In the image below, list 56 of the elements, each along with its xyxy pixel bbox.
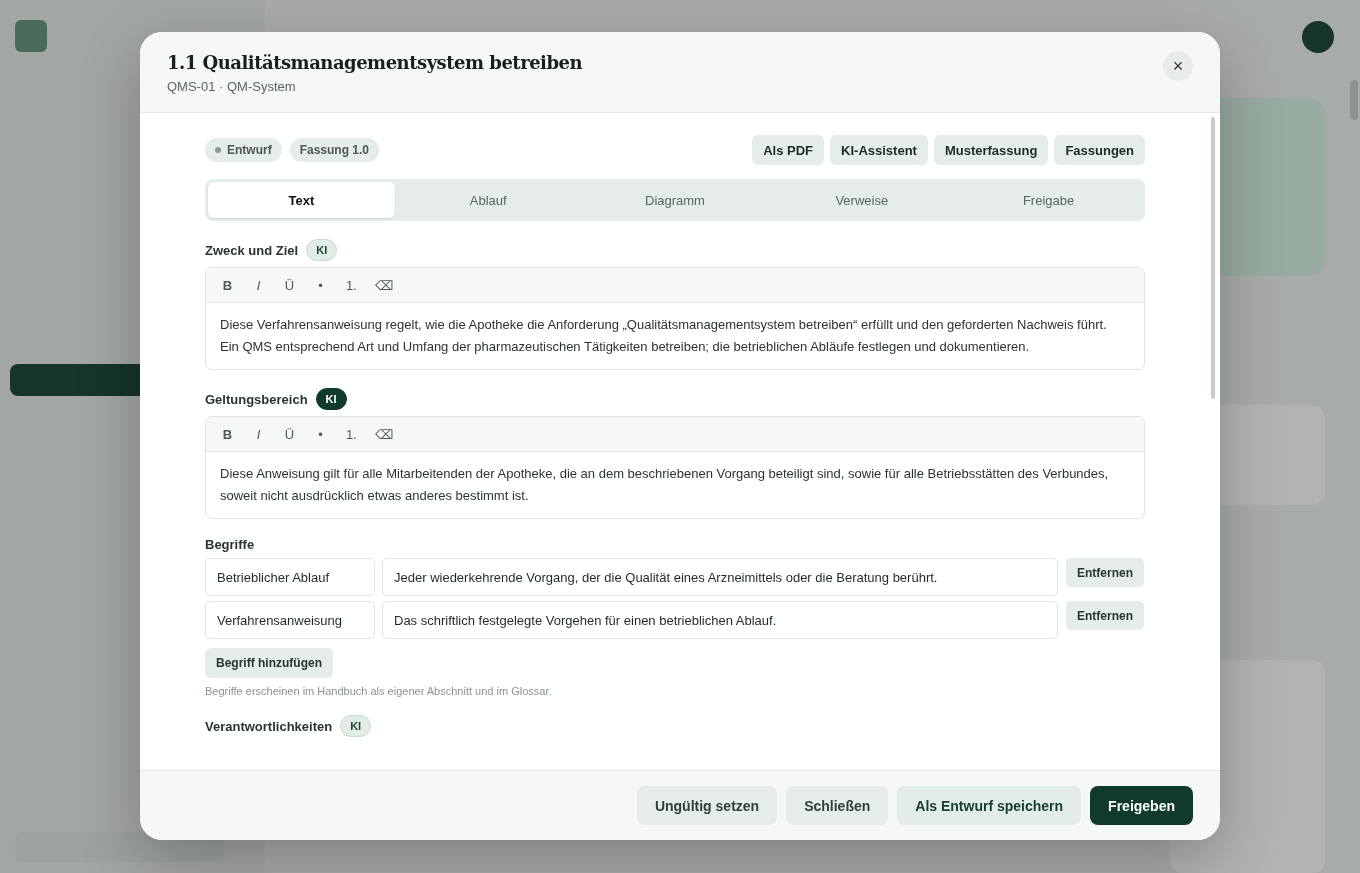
section-label: Geltungsbereich: [205, 391, 308, 407]
tab[interactable]: Verweise: [768, 182, 956, 218]
format-button[interactable]: B: [214, 276, 241, 294]
scrollbar[interactable]: [1211, 117, 1215, 399]
ki-badge[interactable]: KI: [340, 715, 372, 737]
tab[interactable]: Freigabe: [955, 182, 1142, 218]
close-button[interactable]: ×: [1163, 51, 1193, 81]
remove-button[interactable]: Entfernen: [1066, 601, 1144, 630]
format-button[interactable]: ⌫: [369, 425, 396, 443]
format-button[interactable]: I: [245, 425, 272, 443]
format-button[interactable]: 1.: [338, 425, 365, 443]
dialog-subtitle: QMS-01 · QM-System: [167, 79, 297, 94]
hint-text: Begriffe erscheinen im Handbuch als eigener Abschnitt und im Glossar.: [205, 685, 553, 697]
action-button[interactable]: Musterfassung: [933, 135, 1049, 165]
definition-field[interactable]: Das schriftlich festgelegte Vorgehen für einen betrieblichen Ablauf.: [382, 601, 1058, 639]
status-dot-icon: [215, 147, 221, 153]
term-field[interactable]: Verfahrensanweisung: [205, 601, 375, 639]
dialog-title: 1.1 Qualitätsmanagementsystem betreiben: [167, 52, 583, 73]
text-editor[interactable]: [205, 416, 1145, 519]
footer-button[interactable]: Ungültig setzen: [636, 786, 778, 825]
section-label: Verantwortlichkeiten: [205, 718, 333, 734]
format-button[interactable]: I: [245, 276, 272, 294]
add-term-button[interactable]: Begriff hinzufügen: [205, 648, 333, 678]
format-button[interactable]: •: [307, 425, 334, 443]
action-button[interactable]: KI-Assistent: [830, 135, 928, 165]
version-chip: Fassung 1.0: [289, 138, 380, 162]
format-button[interactable]: Ü: [276, 276, 303, 294]
scrollbar[interactable]: [1350, 80, 1358, 120]
tab[interactable]: Ablauf: [394, 182, 582, 218]
editor-text: Diese Verfahrensanweisung regelt, wie die Apotheke die Anforderung „Qualitätsmanagementsystem betreiben“ erfüllt und den geforderten Nachweis führt.: [220, 316, 1108, 334]
tab[interactable]: Diagramm: [581, 182, 769, 218]
term-field[interactable]: Betrieblicher Ablauf: [205, 558, 375, 596]
action-button[interactable]: Als PDF: [752, 135, 825, 165]
format-button[interactable]: Ü: [276, 425, 303, 443]
ki-badge[interactable]: KI: [315, 388, 347, 410]
editor-text: Ein QMS entsprechend Art und Umfang der pharmazeutischen Tätigkeiten betreiben; die betrieblichen Abläufe festlegen und dokumentieren.: [220, 338, 1031, 356]
section-label: Begriffe: [205, 537, 255, 552]
footer-button[interactable]: Freigeben: [1090, 786, 1193, 825]
logo-icon: [15, 20, 47, 52]
action-button[interactable]: Fassungen: [1054, 135, 1145, 165]
format-button[interactable]: ⌫: [369, 276, 396, 294]
remove-button[interactable]: Entfernen: [1066, 558, 1144, 587]
footer-button[interactable]: Schließen: [786, 786, 889, 825]
format-button[interactable]: 1.: [338, 276, 365, 294]
status-chip: Entwurf: [205, 138, 282, 162]
format-button[interactable]: •: [307, 276, 334, 294]
format-button[interactable]: B: [214, 425, 241, 443]
footer-button[interactable]: Als Entwurf speichern: [897, 786, 1082, 825]
editor-text: soweit nicht ausdrücklich etwas anderes bestimmt ist.: [220, 487, 530, 505]
text-editor[interactable]: [205, 267, 1145, 370]
avatar-icon: [1302, 21, 1334, 53]
ki-badge[interactable]: KI: [306, 239, 338, 261]
editor-text: Diese Anweisung gilt für alle Mitarbeitenden der Apotheke, die an dem beschriebenen Vorgang beteiligt sind, sowie für alle Betriebsstätten des Verbundes,: [220, 465, 1110, 483]
section-label: Zweck und Ziel: [205, 242, 299, 258]
tab[interactable]: Text: [208, 182, 395, 218]
definition-field[interactable]: Jeder wiederkehrende Vorgang, der die Qualität eines Arzneimittels oder die Beratung berührt.: [382, 558, 1058, 596]
